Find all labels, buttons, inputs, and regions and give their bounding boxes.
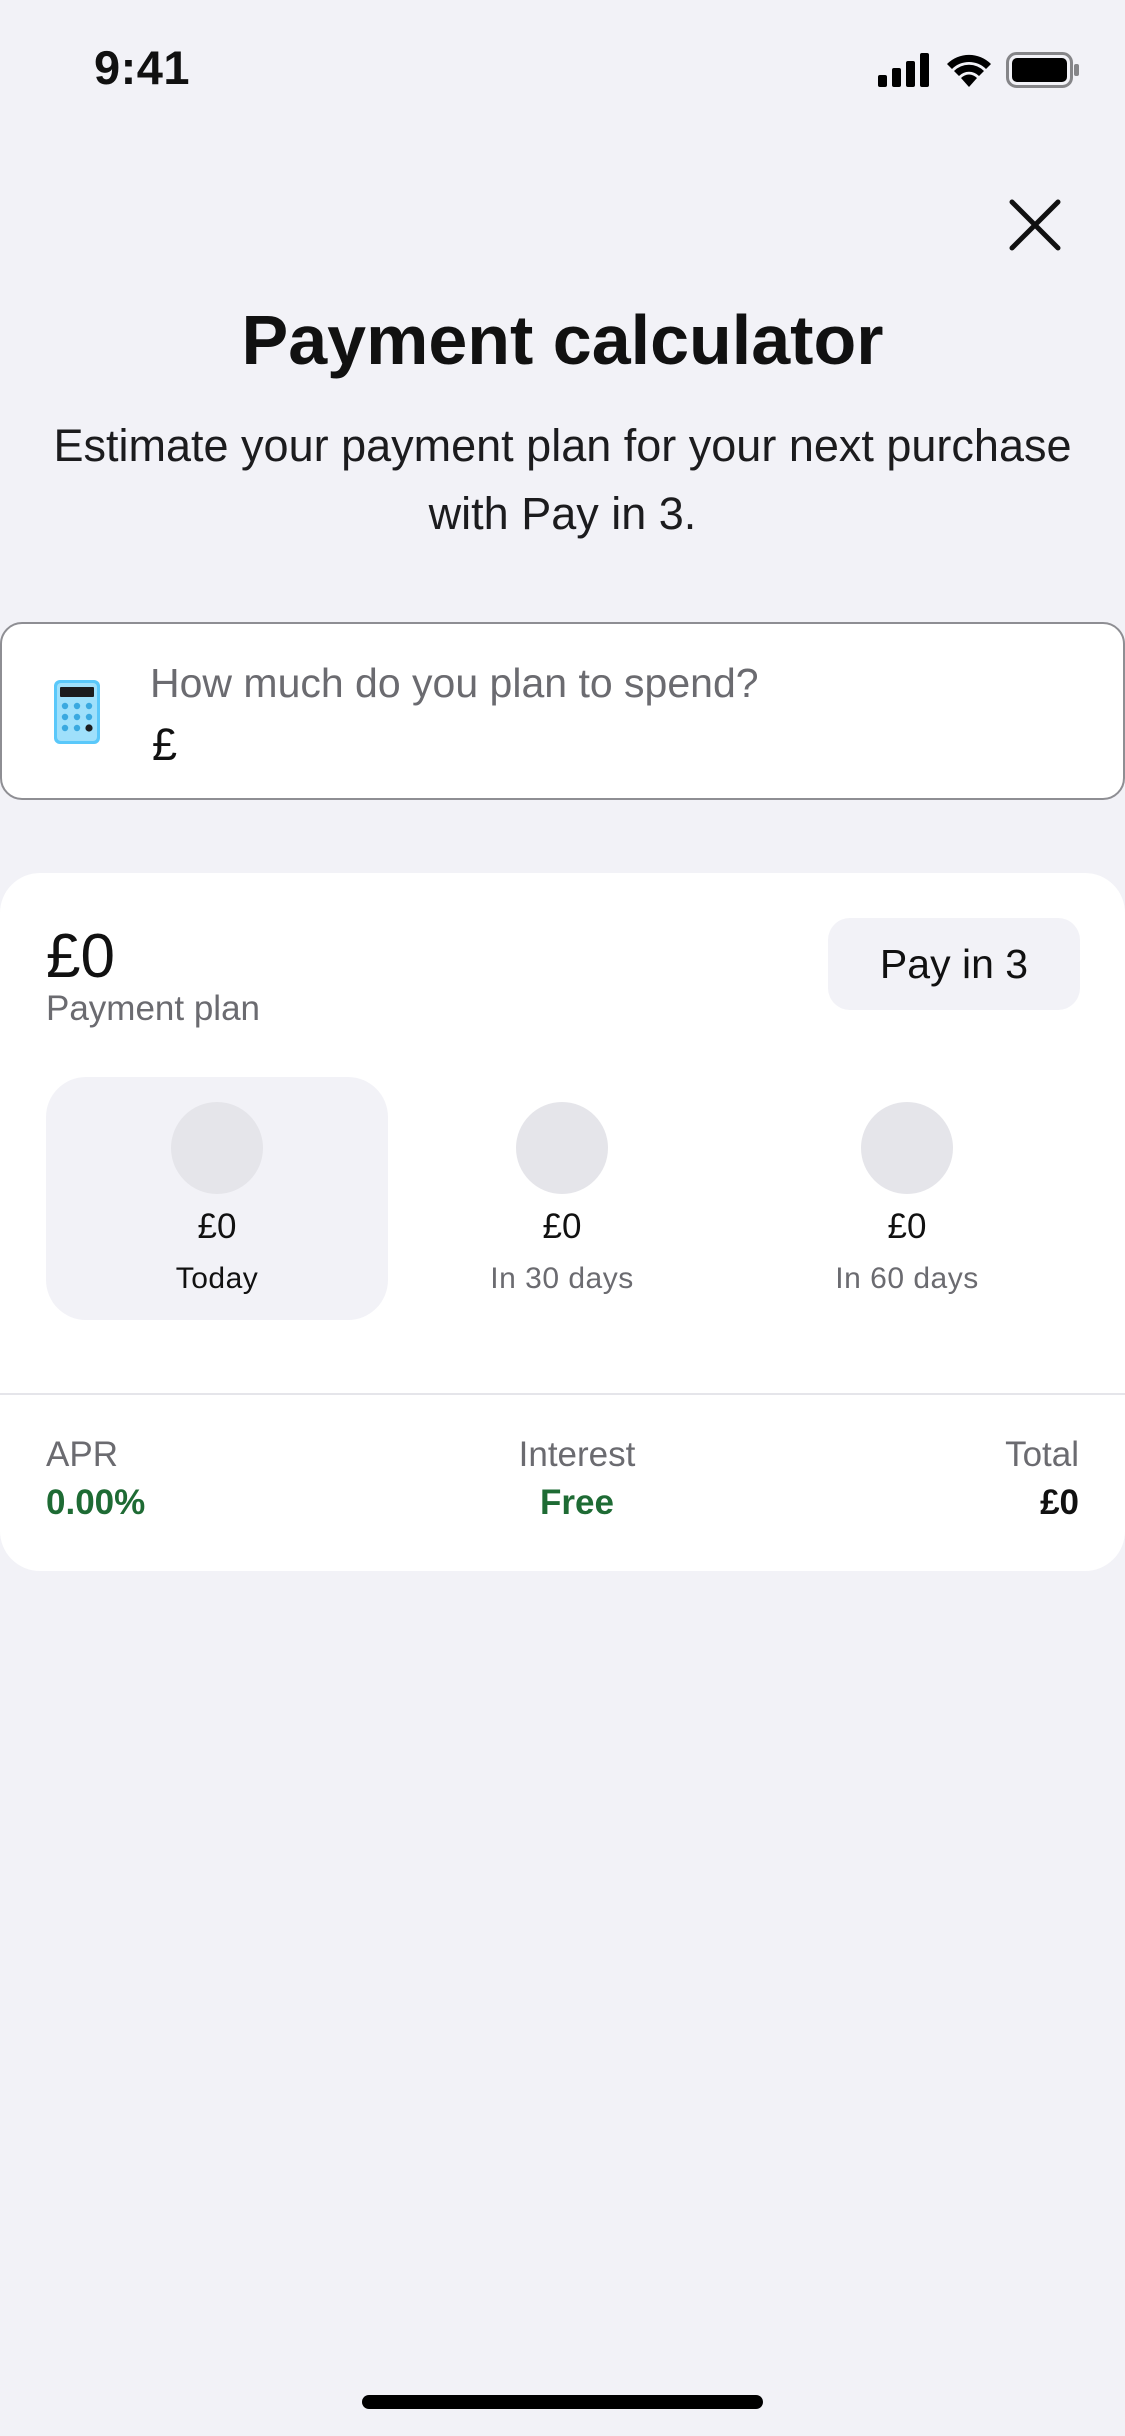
apr-value: 0.00% (46, 1483, 146, 1522)
interest-value: Free (540, 1483, 614, 1522)
interest-label: Interest (518, 1435, 636, 1474)
subtitle-line-2: with Pay in 3. (428, 488, 697, 539)
installment-amount: £0 (887, 1207, 927, 1246)
subtitle-line-1: Estimate your payment plan for your next… (53, 420, 1072, 471)
status-bar: 9:41 (0, 0, 1125, 140)
plan-total-amount: £0 (46, 922, 115, 991)
installment-amount: £0 (197, 1207, 237, 1246)
amount-input-label: How much do you plan to spend? (150, 660, 759, 706)
close-icon (1009, 199, 1061, 251)
cellular-signal-icon (878, 53, 929, 87)
total-value: £0 (1040, 1483, 1079, 1522)
currency-symbol: £ (152, 719, 178, 770)
payment-plan-card: £0 Payment plan Pay in 3 £0 Today £0 In … (0, 873, 1125, 1571)
wifi-icon (947, 54, 991, 87)
total-label: Total (1005, 1435, 1079, 1474)
calculator-icon (54, 680, 100, 744)
installment-date: Today (175, 1262, 259, 1295)
installment-indicator (171, 1102, 263, 1194)
installment-amount: £0 (542, 1207, 582, 1246)
page-title: Payment calculator (241, 301, 884, 379)
amount-input-field[interactable]: How much do you plan to spend? £ (0, 622, 1125, 800)
installment-30-days: £0 In 30 days (391, 1077, 733, 1320)
battery-icon (1006, 52, 1079, 88)
home-indicator[interactable] (362, 2395, 763, 2409)
installment-today: £0 Today (46, 1077, 388, 1320)
status-icons (878, 50, 1080, 90)
status-time: 9:41 (94, 41, 191, 94)
apr-label: APR (46, 1435, 118, 1474)
installment-date: In 30 days (490, 1262, 634, 1295)
page-subtitle: Estimate your payment plan for your next… (0, 412, 1125, 548)
card-divider (0, 1393, 1125, 1395)
installment-indicator (861, 1102, 953, 1194)
installment-date: In 60 days (835, 1262, 979, 1295)
installment-indicator (516, 1102, 608, 1194)
close-button[interactable] (1000, 190, 1070, 260)
plan-label: Payment plan (46, 989, 261, 1028)
pay-in-3-button[interactable]: Pay in 3 (828, 918, 1080, 1010)
installment-60-days: £0 In 60 days (736, 1077, 1078, 1320)
